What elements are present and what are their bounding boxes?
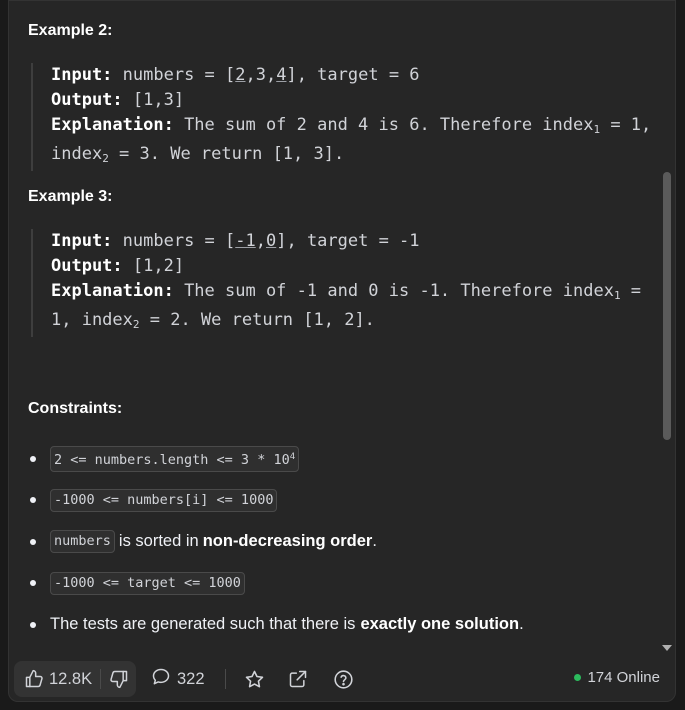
constraint-bold-text: non-decreasing order (202, 532, 373, 551)
scroll-down-arrow-icon[interactable] (662, 645, 672, 651)
like-count: 12.8K (49, 669, 93, 688)
constraint-item: numbers is sorted in non-decreasing orde… (30, 521, 524, 563)
share-button[interactable] (286, 667, 310, 691)
example-3-title: Example 3: (28, 188, 113, 205)
online-indicator: 174 Online (574, 669, 660, 686)
constraint-code: -1000 <= target <= 1000 (50, 571, 245, 595)
constraint-bold-text: exactly one solution (360, 615, 520, 634)
input-value-2: 4 (276, 65, 287, 85)
comment-count: 322 (177, 669, 205, 688)
constraint-code-text: 2 <= numbers.length <= 3 * 10 (54, 451, 290, 468)
online-count: 174 Online (587, 669, 660, 686)
input-value-2: 0 (265, 231, 277, 251)
input-value-1: -1 (235, 231, 256, 251)
example-3-block: Input: numbers = [-1,0], target = -1 Out… (31, 229, 658, 337)
bottom-toolbar: 12.8K 322 174 Online (8, 655, 676, 702)
explanation-label: Explanation: (51, 115, 174, 135)
input-value-1: 2 (235, 65, 246, 85)
output-label: Output: (51, 90, 123, 110)
input-prefix: numbers = [ (112, 231, 236, 251)
output-value: [1,3] (122, 90, 185, 110)
scrollbar-thumb[interactable] (663, 172, 671, 440)
index-subscript-2: 2 (132, 318, 140, 331)
input-suffix: ], target = 6 (286, 65, 420, 85)
input-label: Input: (51, 231, 113, 251)
constraint-code: -1000 <= numbers[i] <= 1000 (50, 488, 278, 512)
constraint-item: The tests are generated such that there … (30, 604, 524, 646)
thumbs-up-icon (24, 669, 44, 689)
constraint-period: . (372, 532, 377, 551)
index-subscript-2: 2 (102, 152, 109, 165)
comment-icon (151, 667, 171, 692)
input-middle: ,3, (245, 65, 277, 85)
thumbs-down-icon (109, 669, 129, 689)
star-icon (244, 669, 265, 690)
favorite-button[interactable] (242, 667, 266, 691)
exponent: 4 (289, 451, 296, 462)
constraint-item: -1000 <= target <= 1000 (30, 563, 524, 605)
example-2-title: Example 2: (28, 22, 113, 39)
input-prefix: numbers = [ (112, 65, 236, 85)
like-button[interactable]: 12.8K (14, 661, 92, 697)
external-link-icon (288, 669, 308, 689)
question-circle-icon (333, 669, 354, 690)
output-label: Output: (51, 256, 123, 276)
constraint-period: . (519, 615, 524, 634)
explanation-label: Explanation: (51, 281, 174, 301)
input-label: Input: (51, 65, 113, 85)
toolbar-divider (225, 669, 226, 689)
constraint-code: numbers (50, 530, 115, 554)
online-status-dot (574, 674, 582, 681)
vertical-scrollbar[interactable] (660, 0, 674, 651)
explanation-text-c: = 2. We return [1, 2]. (139, 310, 375, 330)
dislike-button[interactable] (101, 661, 129, 697)
index-subscript-1: 1 (613, 289, 621, 302)
constraint-text: The tests are generated such that there … (50, 615, 356, 634)
input-suffix: ], target = -1 (276, 231, 420, 251)
description-content: Example 2: Input: numbers = [2,3,4], tar… (8, 0, 658, 648)
comments-button[interactable]: 322 (151, 661, 205, 697)
constraint-text: is sorted in (118, 532, 199, 551)
explanation-text-a: The sum of 2 and 4 is 6. Therefore index (173, 115, 594, 135)
output-value: [1,2] (122, 256, 185, 276)
constraints-title: Constraints: (28, 400, 123, 417)
input-middle: , (255, 231, 266, 251)
explanation-text-a: The sum of -1 and 0 is -1. Therefore ind… (173, 281, 614, 301)
constraint-code: 2 <= numbers.length <= 3 * 104 (50, 445, 300, 472)
constraint-item: -1000 <= numbers[i] <= 1000 (30, 480, 524, 522)
constraints-list: 2 <= numbers.length <= 3 * 104 -1000 <= … (30, 438, 524, 646)
problem-description-panel: Example 2: Input: numbers = [2,3,4], tar… (8, 0, 676, 702)
vote-group: 12.8K (14, 661, 136, 697)
explanation-text-c: = 3. We return [1, 3]. (108, 144, 345, 164)
constraint-item: 2 <= numbers.length <= 3 * 104 (30, 438, 524, 480)
example-2-block: Input: numbers = [2,3,4], target = 6 Out… (31, 63, 658, 171)
help-button[interactable] (331, 667, 355, 691)
